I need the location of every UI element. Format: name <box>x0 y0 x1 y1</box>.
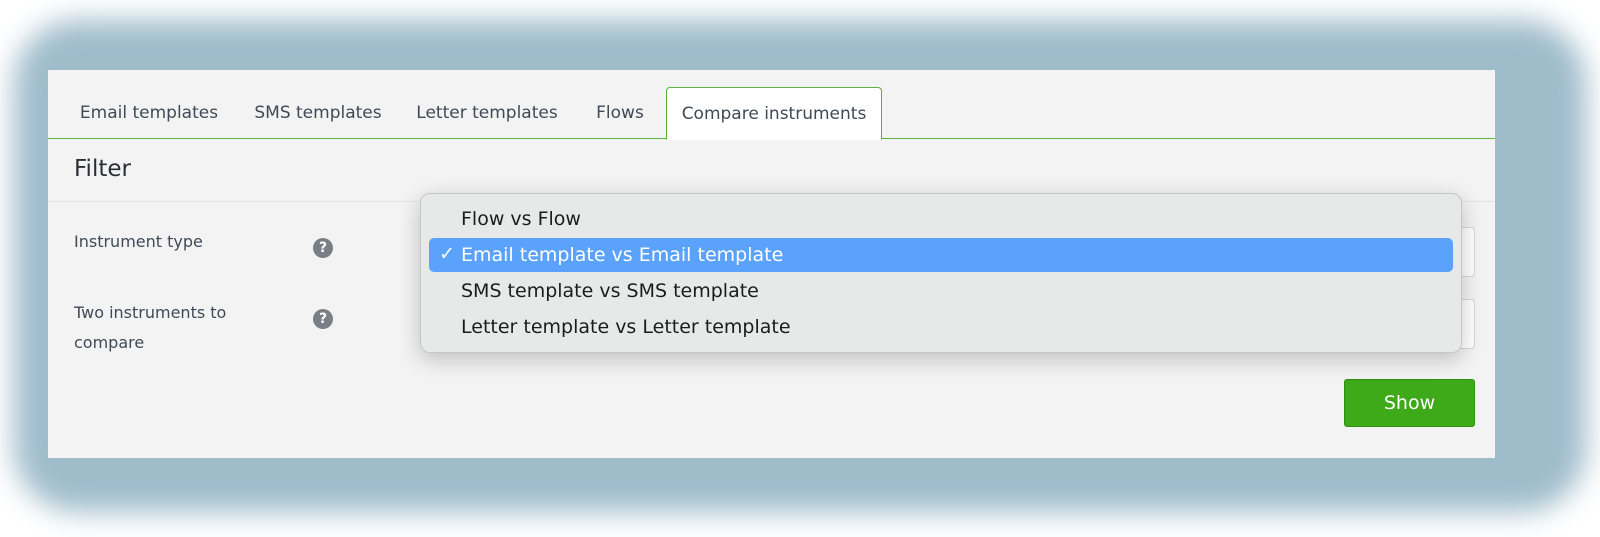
tab-bar: Email templates SMS templates Letter tem… <box>48 70 1495 140</box>
show-button[interactable]: Show <box>1344 379 1475 427</box>
tab-letter-templates[interactable]: Letter templates <box>404 87 570 139</box>
two-instruments-label: Two instruments to compare <box>74 298 226 358</box>
dropdown-option-label: Letter template vs Letter template <box>461 316 791 338</box>
checkmark-icon: ✓ <box>439 243 455 265</box>
dropdown-option-label: Flow vs Flow <box>461 208 581 230</box>
filter-title: Filter <box>74 156 131 182</box>
tab-sms-templates[interactable]: SMS templates <box>244 87 392 139</box>
tab-flows[interactable]: Flows <box>582 87 658 139</box>
tab-email-templates[interactable]: Email templates <box>66 87 232 139</box>
dropdown-option-letter-template[interactable]: Letter template vs Letter template <box>429 310 1453 344</box>
two-instruments-help-icon[interactable]: ? <box>313 309 333 329</box>
instrument-type-label: Instrument type <box>74 232 203 251</box>
dropdown-option-sms-template[interactable]: SMS template vs SMS template <box>429 274 1453 308</box>
two-instruments-label-line2: compare <box>74 333 145 352</box>
dropdown-option-email-template[interactable]: ✓ Email template vs Email template <box>429 238 1453 272</box>
dropdown-option-label: Email template vs Email template <box>461 244 784 266</box>
instrument-type-dropdown-menu: Flow vs Flow ✓ Email template vs Email t… <box>420 193 1462 353</box>
two-instruments-label-line1: Two instruments to <box>74 303 227 322</box>
instrument-type-help-icon[interactable]: ? <box>313 238 333 258</box>
tab-compare-instruments[interactable]: Compare instruments <box>666 87 882 140</box>
dropdown-option-flow[interactable]: Flow vs Flow <box>429 202 1453 236</box>
dropdown-option-label: SMS template vs SMS template <box>461 280 759 302</box>
